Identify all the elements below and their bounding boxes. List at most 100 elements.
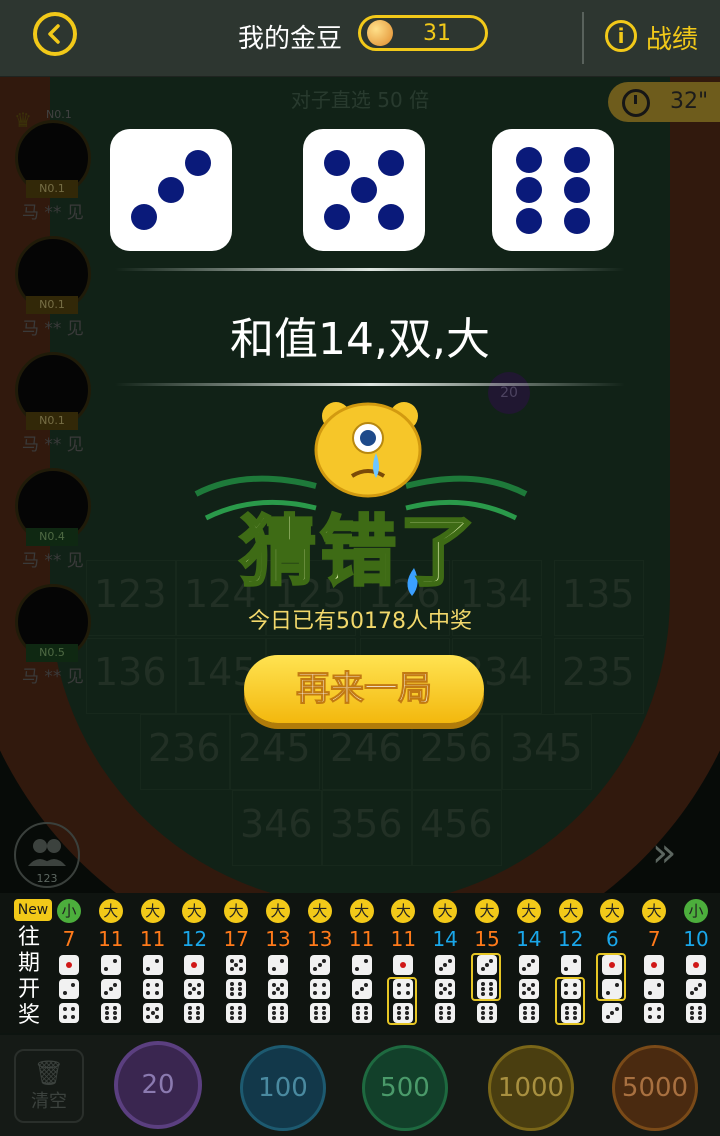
history-die [435,955,456,975]
die-pip [324,203,351,230]
sum-value: 15 [474,927,500,951]
history-die [268,955,288,975]
chip-bar: 🗑 清空 20 100 500 1000 5000 [0,1035,720,1136]
sum-value: 14 [432,927,458,951]
history-die [226,1003,247,1023]
history-die [142,955,163,975]
die-pip [515,177,542,203]
history-die [268,1003,288,1023]
die-pip [564,177,591,203]
clear-label: 清空 [31,1091,67,1112]
online-count: 123 [36,872,58,885]
history-die [59,979,79,999]
sum-value: 11 [139,927,166,951]
history-die [59,1003,79,1023]
online-players-button[interactable]: 123 [14,822,80,888]
history-die [184,955,205,975]
sum-value: 7 [62,927,76,951]
result-text: 和值14,双,大 [230,314,490,365]
history-die [435,1003,456,1023]
info-icon[interactable]: i [605,20,637,52]
size-badge: 小 [684,899,708,923]
history-die [100,979,121,999]
history-die [435,979,456,999]
chip-5000[interactable]: 5000 [612,1045,698,1131]
die-pip [131,203,158,230]
chip-100[interactable]: 100 [240,1045,326,1131]
history-die [686,1003,706,1023]
chip-20[interactable]: 20 [114,1041,202,1129]
history-die [184,979,205,999]
history-die [686,979,706,999]
history-panel: New 往期开奖 小 7 大 11 大 11 大 12 大 17 大 13 大 13 大 11 大 11 大 14 大 1… [0,893,720,1033]
die-pip [324,150,351,177]
size-badge: 大 [266,899,290,923]
chip-1000[interactable]: 1000 [488,1045,574,1131]
die-pip [377,203,404,230]
history-die [644,955,665,975]
size-badge: 小 [57,899,81,923]
size-badge: 大 [600,899,625,923]
result-die [303,129,425,251]
chevron-left-icon [48,24,60,44]
wrong-guess-title: 猜错了 [239,506,480,598]
history-die [142,1003,163,1023]
sum-value: 11 [98,927,124,951]
history-die [142,979,163,999]
divider [582,12,584,64]
top-bar: 我的金豆 31 i 战绩 [0,0,720,77]
sum-value: 12 [557,927,584,951]
size-badge: 大 [391,899,416,923]
sum-value: 11 [390,927,417,951]
clock-icon [622,89,650,117]
play-again-button[interactable]: 再来一局 [244,655,484,723]
size-badge: 大 [433,899,458,923]
history-die [602,955,623,975]
divider-line [115,268,625,271]
history-die [644,979,665,999]
size-badge: 大 [140,899,165,923]
history-die [226,955,247,975]
history-die [268,979,288,999]
die-pip [515,146,542,173]
history-die [560,955,581,975]
history-die [184,1003,205,1023]
history-die [644,1003,665,1023]
result-die [110,129,232,251]
size-badge: 大 [182,899,207,923]
chip-500[interactable]: 500 [362,1045,448,1131]
size-badge: 大 [307,899,332,923]
sum-value: 17 [223,927,249,951]
gold-balance: 31 [358,15,488,51]
divider-line [115,383,625,386]
size-badge: 大 [475,899,499,923]
die-pip [564,207,591,234]
history-die [477,955,497,975]
history-die [226,979,247,999]
clear-button[interactable]: 🗑 清空 [14,1049,84,1123]
history-die [560,979,581,999]
history-die [602,1003,623,1023]
expand-arrows-icon[interactable]: » [652,830,676,876]
die-pip [515,207,542,234]
die-pip [184,150,211,177]
sum-value: 13 [265,927,291,951]
history-die [59,955,79,975]
history-die [477,979,497,999]
history-die [560,1003,581,1023]
gold-value: 31 [423,21,451,46]
record-button[interactable]: 战绩 [646,19,698,56]
sum-value: 14 [516,927,542,951]
sum-value: 6 [606,927,619,951]
back-button[interactable] [33,12,77,56]
history-die [393,1003,414,1023]
history-label: 往期开奖 [17,925,40,1028]
history-die [518,979,539,999]
die-pip [158,177,184,203]
die-pip [564,146,591,173]
history-die [309,979,330,999]
timer-value: 32" [670,89,709,114]
trash-icon: 🗑 [33,1059,65,1087]
history-die [351,979,372,999]
size-badge: 大 [349,899,374,923]
